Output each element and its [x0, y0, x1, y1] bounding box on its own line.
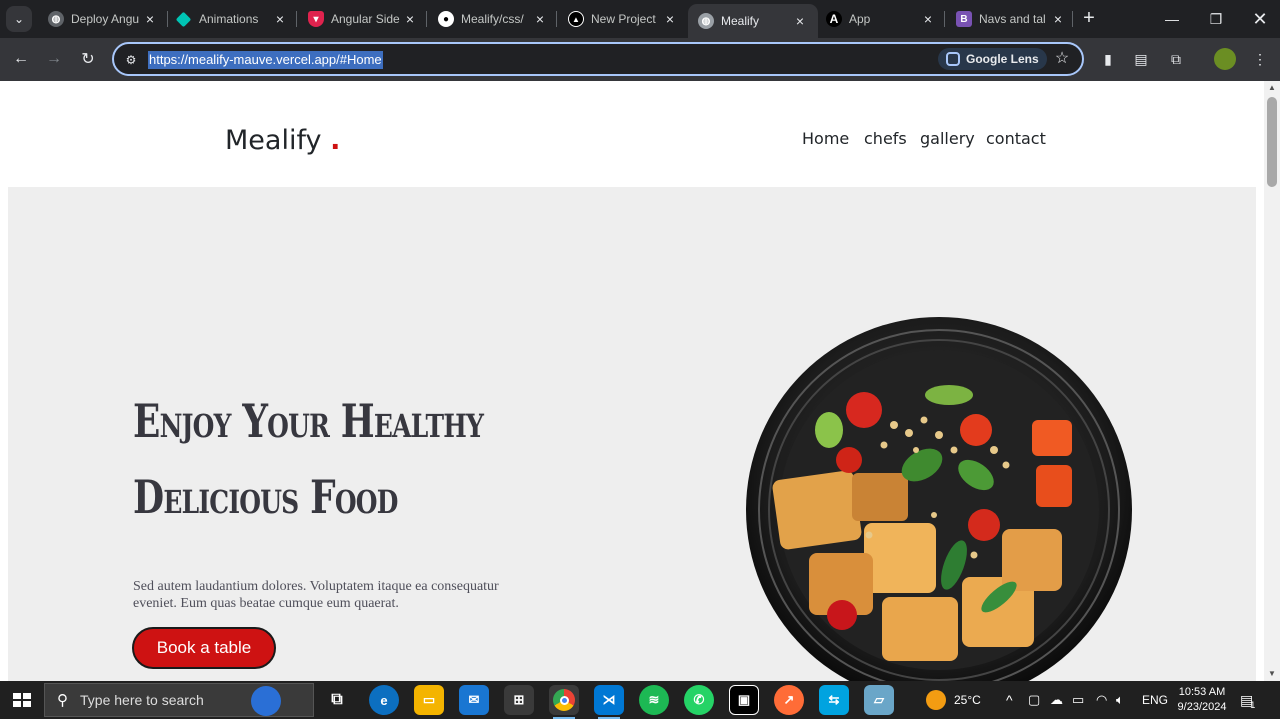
angular-diamond-icon: [175, 11, 192, 27]
bookmark-star-icon[interactable]: ☆: [1052, 49, 1072, 69]
close-icon[interactable]: ×: [792, 13, 808, 29]
mail-icon[interactable]: ✉: [459, 685, 489, 715]
forward-button[interactable]: →: [41, 46, 67, 72]
extensions-icon[interactable]: ⧉: [1166, 49, 1186, 69]
postman-icon[interactable]: ↗: [774, 685, 804, 715]
app-dots-icon[interactable]: ▣: [729, 685, 759, 715]
hero-description: Sed autem laudantium dolores. Voluptatem…: [133, 579, 499, 611]
back-button[interactable]: ←: [8, 46, 34, 72]
chrome-icon[interactable]: [549, 685, 579, 719]
tab-search-button[interactable]: ⌄: [6, 6, 32, 32]
language-indicator[interactable]: ENG: [1142, 681, 1168, 719]
close-icon[interactable]: ×: [272, 11, 288, 27]
close-icon[interactable]: ×: [142, 11, 158, 27]
globe-icon: ◍: [698, 13, 714, 29]
lens-icon: [946, 52, 960, 66]
vercel-triangle-icon: ▲: [568, 11, 584, 27]
tab-animations[interactable]: Animations ×: [168, 0, 298, 38]
reload-button[interactable]: ↻: [75, 46, 101, 72]
nav-gallery[interactable]: gallery: [920, 129, 975, 148]
tab-deploy[interactable]: ◍ Deploy Angu ×: [38, 0, 168, 38]
onedrive-cloud-icon[interactable]: ☁: [1050, 681, 1063, 719]
site-info-icon[interactable]: ⚙: [122, 51, 140, 69]
github-icon: ●: [438, 11, 454, 27]
hero-section: Enjoy Your Healthy Delicious Food Sed au…: [8, 187, 1256, 681]
edge-icon[interactable]: e: [369, 685, 399, 715]
profile-avatar[interactable]: [1214, 48, 1236, 70]
share-icon[interactable]: ⇆: [819, 685, 849, 715]
site-header: Mealify . Home chefs gallery contact: [0, 81, 1264, 187]
scroll-up-arrow-icon[interactable]: ▲: [1264, 81, 1280, 95]
google-lens-button[interactable]: Google Lens: [938, 48, 1047, 70]
tab-navs[interactable]: B Navs and tal ×: [946, 0, 1076, 38]
tab-strip: ⌄ ◍ Deploy Angu × Animations × ▾ Angular…: [0, 0, 1280, 38]
url-text[interactable]: https://mealify-mauve.vercel.app/#Home: [148, 51, 383, 69]
restore-button[interactable]: ❐: [1194, 0, 1238, 38]
notification-center-icon[interactable]: ▤ 1: [1240, 681, 1255, 719]
page-scrollbar[interactable]: ▲ ▼: [1264, 81, 1280, 681]
close-window-button[interactable]: ✕: [1238, 0, 1280, 38]
battery-icon[interactable]: ▭: [1072, 681, 1084, 719]
page-viewport: Mealify . Home chefs gallery contact Enj…: [0, 81, 1264, 681]
wifi-icon[interactable]: ◠: [1096, 681, 1107, 719]
notes-icon[interactable]: ▤: [1131, 49, 1151, 69]
scroll-down-arrow-icon[interactable]: ▼: [1264, 667, 1280, 681]
scrollbar-thumb[interactable]: [1267, 97, 1277, 187]
show-hidden-icons-icon[interactable]: ^: [1006, 681, 1013, 719]
tab-app[interactable]: A App ×: [816, 0, 946, 38]
globe-icon: ◍: [48, 11, 64, 27]
spotify-icon[interactable]: ≋: [639, 685, 669, 715]
close-icon[interactable]: ×: [532, 11, 548, 27]
whatsapp-icon[interactable]: ✆: [684, 685, 714, 715]
site-logo[interactable]: Mealify .: [225, 125, 340, 156]
weather-widget[interactable]: 25°C: [926, 681, 981, 719]
book-table-button[interactable]: Book a table: [132, 627, 276, 669]
search-icon: ⚲: [57, 692, 68, 709]
tab-angular-side[interactable]: ▾ Angular Side ×: [298, 0, 428, 38]
file-explorer-icon[interactable]: ▭: [414, 685, 444, 715]
shield-icon: ▾: [308, 11, 324, 27]
sun-icon: [926, 690, 946, 710]
vscode-icon[interactable]: ⋊: [594, 685, 624, 719]
bootstrap-icon: B: [956, 11, 972, 27]
menu-kebab-icon[interactable]: ⋮: [1250, 49, 1270, 69]
search-highlight-icon: [251, 686, 281, 716]
close-icon[interactable]: ×: [402, 11, 418, 27]
close-icon[interactable]: ×: [1050, 11, 1066, 27]
reading-list-icon[interactable]: ▮: [1098, 49, 1118, 69]
food-plate-image: [746, 317, 1132, 681]
volume-icon[interactable]: 🔈︎: [1116, 681, 1124, 719]
angular-a-icon: A: [826, 11, 842, 27]
nav-chefs[interactable]: chefs: [864, 129, 907, 148]
new-tab-button[interactable]: +: [1078, 8, 1100, 30]
browser-toolbar: ← → ↻ ⚙ https://mealify-mauve.vercel.app…: [0, 38, 1280, 81]
address-bar[interactable]: ⚙ https://mealify-mauve.vercel.app/#Home…: [112, 42, 1084, 76]
system-clock[interactable]: 10:53 AM 9/23/2024: [1172, 685, 1232, 715]
windows-taskbar: ⚲ Type here to search ⧉ e ▭ ✉ ⊞ ⋊ ≋ ✆ ▣ …: [0, 681, 1280, 719]
task-view-icon[interactable]: ⧉: [322, 685, 352, 715]
taskbar-search-input[interactable]: ⚲ Type here to search: [44, 683, 314, 717]
tab-new-project[interactable]: ▲ New Project ×: [558, 0, 688, 38]
minimize-button[interactable]: —: [1150, 0, 1194, 38]
close-icon[interactable]: ×: [920, 11, 936, 27]
tab-mealify[interactable]: ◍ Mealify ×: [688, 4, 818, 38]
close-icon[interactable]: ×: [662, 11, 678, 27]
nav-home[interactable]: Home: [802, 129, 849, 148]
notepad-icon[interactable]: ▱: [864, 685, 894, 715]
store-icon[interactable]: ⊞: [504, 685, 534, 715]
nav-contact[interactable]: contact: [986, 129, 1046, 148]
meet-now-icon[interactable]: ▢: [1028, 681, 1040, 719]
tab-github[interactable]: ● Mealify/css/ ×: [428, 0, 558, 38]
start-button[interactable]: [6, 687, 36, 713]
hero-title: Enjoy Your Healthy Delicious Food: [133, 394, 484, 524]
